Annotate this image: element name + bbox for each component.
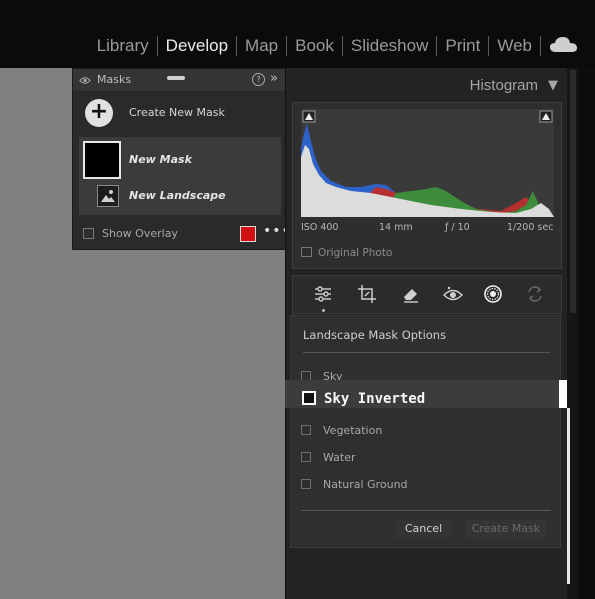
panel-scrollbar[interactable]	[570, 70, 576, 313]
option-water[interactable]: Water	[301, 451, 356, 464]
cloud-icon[interactable]	[549, 34, 579, 54]
histogram-header[interactable]: Histogram ▼	[286, 68, 568, 102]
plus-icon[interactable]: +	[85, 99, 113, 127]
original-photo-toggle[interactable]: Original Photo	[301, 247, 392, 259]
sky-inverted-checkbox[interactable]	[302, 391, 316, 405]
original-photo-checkbox[interactable]	[301, 247, 312, 257]
landscape-icon[interactable]	[97, 185, 119, 207]
mask-thumbnail[interactable]	[83, 141, 121, 179]
water-label: Water	[323, 451, 356, 464]
masks-title: Masks	[97, 73, 132, 86]
module-picker: Library Develop Map Book Slideshow Print…	[0, 0, 595, 68]
module-book[interactable]: Book	[287, 36, 342, 56]
vegetation-checkbox[interactable]	[301, 425, 311, 435]
active-tool-indicator	[322, 309, 325, 312]
exif-info: ISO 400 14 mm ƒ / 10 1/200 sec	[301, 222, 554, 238]
aperture: ƒ / 10	[445, 222, 470, 233]
water-checkbox[interactable]	[301, 452, 311, 462]
mask-list: New Mask New Landscape	[79, 137, 281, 215]
eye-icon[interactable]	[79, 75, 91, 88]
show-overlay-row: Show Overlay •••	[73, 221, 290, 249]
right-panel: Histogram ▼ ISO 400 14 mm ƒ / 10 1/200 s…	[285, 68, 568, 599]
mask-component-name[interactable]: New Landscape	[129, 189, 226, 202]
divider	[303, 352, 550, 353]
histogram-title: Histogram	[469, 77, 538, 94]
focal-length: 14 mm	[379, 222, 413, 233]
shutter-speed: 1/200 sec	[507, 222, 554, 233]
histogram-graph[interactable]	[301, 109, 554, 217]
cancel-button[interactable]: Cancel	[395, 519, 452, 539]
create-mask-button[interactable]: Create Mask	[465, 519, 547, 539]
scrollbar-thumb[interactable]	[567, 408, 570, 584]
develop-tool-strip	[292, 275, 562, 314]
module-web[interactable]: Web	[489, 36, 540, 56]
rotate-icon[interactable]	[525, 284, 545, 304]
module-divider	[540, 36, 541, 56]
option-sky-inverted[interactable]: Sky Inverted	[285, 380, 570, 408]
option-natural-ground[interactable]: Natural Ground	[301, 478, 408, 491]
masking-icon[interactable]	[483, 284, 503, 304]
masks-panel-header[interactable]: Masks ? »	[73, 69, 287, 91]
masks-panel: Masks ? » + Create New Mask New Mask New…	[72, 68, 290, 250]
module-print[interactable]: Print	[437, 36, 488, 56]
drag-handle[interactable]	[167, 76, 185, 80]
vegetation-label: Vegetation	[323, 424, 383, 437]
divider	[301, 510, 551, 511]
create-new-mask-label: Create New Mask	[129, 106, 225, 119]
iso-value: ISO 400	[301, 222, 339, 233]
window-edge	[578, 68, 595, 599]
sliders-icon[interactable]	[313, 284, 333, 304]
natural-ground-label: Natural Ground	[323, 478, 408, 491]
module-list: Library Develop Map Book Slideshow Print…	[89, 36, 541, 56]
create-new-mask-button[interactable]: + Create New Mask	[73, 91, 287, 136]
original-photo-label: Original Photo	[318, 247, 393, 259]
collapse-triangle-icon[interactable]: ▼	[548, 78, 558, 93]
show-overlay-checkbox[interactable]	[83, 228, 94, 239]
histogram-panel: ISO 400 14 mm ƒ / 10 1/200 sec Original …	[292, 102, 562, 269]
help-icon[interactable]: ?	[252, 73, 265, 86]
module-slideshow[interactable]: Slideshow	[343, 36, 437, 56]
crop-icon[interactable]	[357, 284, 377, 304]
overlay-color-swatch[interactable]	[240, 226, 256, 242]
natural-ground-checkbox[interactable]	[301, 479, 311, 489]
option-vegetation[interactable]: Vegetation	[301, 424, 382, 437]
module-map[interactable]: Map	[237, 36, 286, 56]
module-develop[interactable]: Develop	[158, 36, 236, 56]
collapse-icon[interactable]: »	[270, 71, 278, 86]
module-library[interactable]: Library	[89, 36, 157, 56]
landscape-options-title: Landscape Mask Options	[303, 328, 447, 342]
mask-name[interactable]: New Mask	[129, 153, 192, 166]
eraser-icon[interactable]	[401, 284, 421, 304]
sky-inverted-label: Sky Inverted	[324, 391, 426, 407]
landscape-mask-options: Landscape Mask Options Sky Vegetation Wa…	[290, 315, 561, 548]
redeye-icon[interactable]	[443, 284, 463, 304]
show-overlay-label: Show Overlay	[102, 227, 178, 240]
